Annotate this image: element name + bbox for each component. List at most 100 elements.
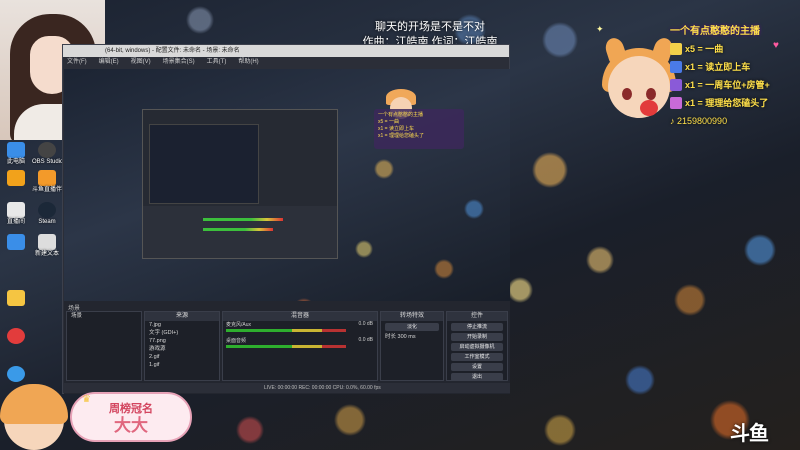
virtual-camera-button[interactable]: 启动虚拟摄像机 xyxy=(451,343,503,351)
obs-preview[interactable]: 一个有点憨憨的主播 x5 = 一曲 x1 = 读立即上车 x1 = 理理给您磕头… xyxy=(64,69,510,339)
crown-icon: ♛ xyxy=(82,394,91,405)
settings-button[interactable]: 设置 xyxy=(451,363,503,371)
source-item[interactable]: 1.gif xyxy=(145,361,219,369)
gift-row: x1 = 读立即上车 xyxy=(670,60,800,73)
anime-mascot xyxy=(600,35,680,118)
desktop-icon-obs[interactable]: OBS Studio xyxy=(32,142,63,166)
preview-overlay-panel: 一个有点憨憨的主播 x5 = 一曲 x1 = 读立即上车 x1 = 理理给您磕头… xyxy=(374,109,464,149)
source-item[interactable]: 77.png xyxy=(145,337,219,345)
menu-edit[interactable]: 编辑(E) xyxy=(99,57,119,68)
mixer-meter xyxy=(226,345,346,348)
start-recording-button[interactable]: 开始录制 xyxy=(451,333,503,341)
gift-row-text: x1 = 一周车位+房管+ xyxy=(685,80,770,90)
mixer-meter xyxy=(226,329,346,332)
gift-row: x5 = 一曲 xyxy=(670,42,800,55)
info-title: 一个有点憨憨的主播 xyxy=(670,26,760,37)
transition-duration[interactable]: 时长 300 ms xyxy=(381,333,443,341)
desktop-icon-folder[interactable] xyxy=(1,290,31,306)
desktop-icon-browser[interactable] xyxy=(1,366,31,382)
desktop-icon-text-file[interactable]: 新建文本 xyxy=(32,234,62,258)
controls-dock-header: 控件 xyxy=(447,312,507,321)
weekly-rank-badge: 周榜冠名 大大 ♛ xyxy=(0,384,200,450)
mixer-channel-db: 0.0 dB xyxy=(358,321,373,327)
mixer-dock[interactable]: 混音器 麦克风/Aux 0.0 dB 桌面音频 0.0 dB xyxy=(222,311,378,381)
obs-menu-bar: 文件(F) 编辑(E) 视图(V) 场景集合(S) 工具(T) 帮助(H) xyxy=(63,57,509,68)
badge-mascot-hair xyxy=(0,384,68,424)
app-icon xyxy=(7,170,25,186)
menu-help[interactable]: 帮助(H) xyxy=(238,57,258,68)
gift-info-panel: 一个有点憨憨的主播 x5 = 一曲 x1 = 读立即上车 x1 = 一周车位+房… xyxy=(670,22,800,126)
mascot-face xyxy=(608,56,670,118)
menu-view[interactable]: 视图(V) xyxy=(131,57,151,68)
menu-file[interactable]: 文件(F) xyxy=(67,57,87,68)
transitions-dock-header: 转场特效 xyxy=(381,312,443,321)
plane-icon xyxy=(670,96,682,109)
gift-icon xyxy=(670,42,682,55)
preview-overlay-row: x5 = 一曲 xyxy=(378,119,399,125)
desktop-icon-this-pc[interactable]: 此电脑 xyxy=(1,142,31,166)
shortcut-icon xyxy=(7,234,25,250)
transition-type-select[interactable]: 淡化 xyxy=(385,323,439,331)
mascot-eye-left xyxy=(622,88,632,100)
douyu-logo: 斗鱼 xyxy=(730,423,769,445)
studio-mode-button[interactable]: 工作室模式 xyxy=(451,353,503,361)
obs-window[interactable]: (64-bit, windows) - 配置文件: 未命名 - 场景: 未命名 … xyxy=(62,44,510,394)
nested-mixer xyxy=(143,206,337,258)
obs-docks: 场景 场景 来源 7.jpg 文字 (GDI+) 77.png 游戏源 2.gi… xyxy=(64,301,510,394)
steam-icon xyxy=(38,202,56,218)
qq-icon: ♪ xyxy=(670,116,675,126)
mixer-channel-mic[interactable]: 麦克风/Aux 0.0 dB xyxy=(223,321,377,337)
source-item[interactable]: 文字 (GDI+) xyxy=(145,329,219,337)
file-icon xyxy=(7,202,25,218)
browser-icon xyxy=(7,366,25,382)
mixer-channel-name: 麦克风/Aux xyxy=(226,322,252,328)
preview-overlay-row: x1 = 读立即上车 xyxy=(378,126,414,132)
mixer-channel-desktop[interactable]: 桌面音频 0.0 dB xyxy=(223,337,377,353)
desktop-icon-app[interactable] xyxy=(1,170,31,186)
obs-title-bar[interactable]: (64-bit, windows) - 配置文件: 未命名 - 场景: 未命名 xyxy=(63,45,509,57)
mixer-dock-header: 混音器 xyxy=(223,312,377,321)
nested-meter xyxy=(203,228,273,231)
source-item[interactable]: 游戏源 xyxy=(145,345,219,353)
music-icon xyxy=(7,328,25,344)
rocket-icon xyxy=(670,60,682,73)
sources-dock-header: 来源 xyxy=(145,312,219,321)
menu-scene-collection[interactable]: 场景集合(S) xyxy=(163,57,195,68)
stop-streaming-button[interactable]: 停止推流 xyxy=(451,323,503,331)
car-icon xyxy=(670,78,682,91)
desktop-icon-steam[interactable]: Steam xyxy=(32,202,62,226)
sources-dock[interactable]: 来源 7.jpg 文字 (GDI+) 77.png 游戏源 2.gif 1.gi… xyxy=(144,311,220,381)
desktop-icon-douyu[interactable]: 斗鱼直播伴侣 xyxy=(32,170,68,194)
sparkle-icon: ✦ xyxy=(596,24,604,34)
computer-icon xyxy=(7,142,25,158)
gift-row: x1 = 理理给您磕头了 xyxy=(670,96,800,109)
scene-item[interactable]: 场景 xyxy=(67,312,141,320)
source-item[interactable]: 7.jpg xyxy=(145,321,219,329)
badge-name: 大大 xyxy=(114,416,148,435)
mixer-channel-db: 0.0 dB xyxy=(358,337,373,343)
gift-row-text: x1 = 读立即上车 xyxy=(685,62,751,72)
exit-button[interactable]: 退出 xyxy=(451,373,503,381)
mascot-eye-right xyxy=(646,88,656,100)
menu-tools[interactable]: 工具(T) xyxy=(207,57,227,68)
preview-overlay-row: x1 = 理理给您磕头了 xyxy=(378,133,424,139)
transition-duration-value: 300 ms xyxy=(397,334,416,340)
obs-icon xyxy=(38,142,56,158)
preview-overlay-title: 一个有点憨憨的主播 xyxy=(378,112,424,118)
qq-number-text: 2159800990 xyxy=(677,116,728,126)
mixer-channel-name: 桌面音频 xyxy=(226,338,247,344)
apple-icon xyxy=(640,100,658,116)
desktop-icon-shortcut[interactable] xyxy=(1,234,31,250)
qq-number: ♪ 2159800990 xyxy=(670,116,800,126)
song-title: 聊天的开场是不是不对 xyxy=(375,21,485,33)
transition-duration-label: 时长 xyxy=(385,334,397,340)
transitions-dock[interactable]: 转场特效 淡化 时长 300 ms xyxy=(380,311,444,381)
gift-row-text: x5 = 一曲 xyxy=(685,44,724,54)
scenes-dock[interactable]: 场景 xyxy=(66,311,142,381)
nested-preview xyxy=(149,124,259,204)
controls-dock[interactable]: 控件 停止推流 开始录制 启动虚拟摄像机 工作室模式 设置 退出 xyxy=(446,311,508,381)
source-item[interactable]: 2.gif xyxy=(145,353,219,361)
folder-icon xyxy=(7,290,25,306)
desktop-icon-live-room[interactable]: 直播间 xyxy=(1,202,31,226)
desktop-icon-music[interactable] xyxy=(1,328,31,344)
